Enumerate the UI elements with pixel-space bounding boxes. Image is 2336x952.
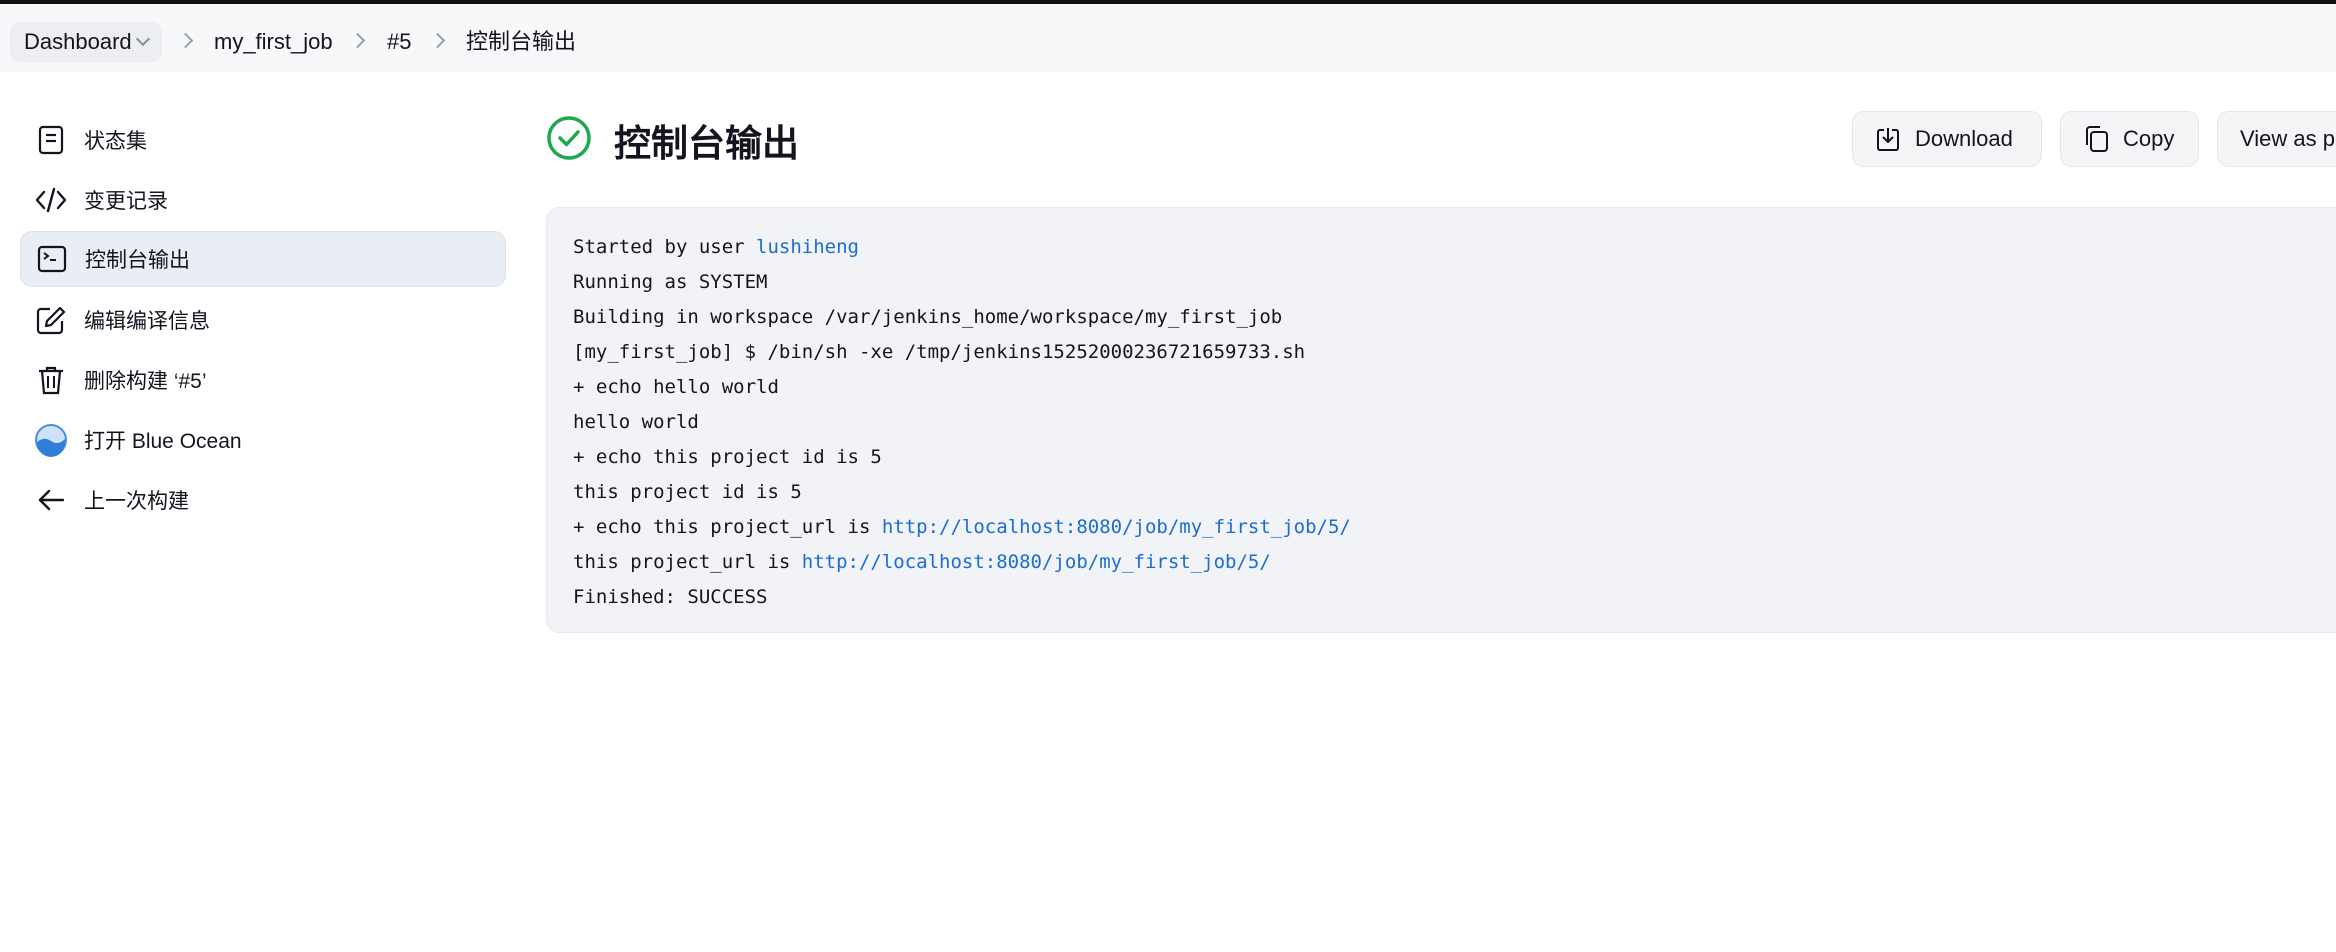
- code-icon: [34, 183, 68, 217]
- copy-icon: [2083, 126, 2109, 152]
- download-button[interactable]: Download: [1852, 111, 2042, 167]
- trash-icon: [34, 363, 68, 397]
- sidebar-item-label: 编辑编译信息: [84, 310, 210, 333]
- breadcrumb-job[interactable]: my_first_job: [214, 22, 333, 62]
- sidebar-item-label: 删除构建 ‘#5’: [84, 370, 207, 393]
- sidebar-item-blue-ocean[interactable]: 打开 Blue Ocean: [20, 412, 506, 468]
- console-line: hello world: [573, 405, 1351, 440]
- page-header: 控制台输出: [546, 114, 799, 166]
- console-line-text: hello world: [573, 411, 699, 433]
- document-icon: [34, 123, 68, 157]
- success-check-icon: [546, 115, 592, 166]
- sidebar-item-label: 打开 Blue Ocean: [84, 430, 242, 453]
- chevron-down-icon[interactable]: [135, 31, 150, 47]
- sidebar-item-delete-build[interactable]: 删除构建 ‘#5’: [20, 352, 506, 408]
- console-line-text: Started by user: [573, 236, 757, 258]
- console-line-text: + echo hello world: [573, 376, 779, 398]
- console-line: this project id is 5: [573, 475, 1351, 510]
- breadcrumb-separator-icon: [349, 32, 366, 49]
- console-link[interactable]: http://localhost:8080/job/my_first_job/5…: [882, 516, 1351, 538]
- console-line-text: Running as SYSTEM: [573, 271, 768, 293]
- arrow-left-icon: [34, 483, 68, 517]
- breadcrumb-build[interactable]: #5: [387, 22, 411, 62]
- view-plain-text-button[interactable]: View as p: [2217, 111, 2336, 167]
- terminal-icon: [35, 242, 69, 276]
- sidebar-item-label: 控制台输出: [85, 249, 190, 272]
- console-line: Running as SYSTEM: [573, 265, 1351, 300]
- page-title: 控制台输出: [614, 123, 799, 164]
- breadcrumb-separator-icon: [429, 32, 446, 49]
- sidebar-item-edit-build-info[interactable]: 编辑编译信息: [20, 292, 506, 348]
- breadcrumb-dashboard[interactable]: Dashboard: [10, 22, 162, 62]
- console-line: + echo this project_url is http://localh…: [573, 510, 1351, 545]
- console-line-text: Finished: SUCCESS: [573, 586, 768, 608]
- download-icon: [1875, 126, 1901, 152]
- console-line-text: [my_first_job] $ /bin/sh -xe /tmp/jenkin…: [573, 341, 1306, 363]
- copy-button-label: Copy: [2123, 126, 2175, 151]
- breadcrumb: Dashboard my_first_job #5 控制台输出: [0, 4, 2336, 72]
- breadcrumb-dashboard-label: Dashboard: [24, 29, 132, 54]
- copy-button[interactable]: Copy: [2060, 111, 2199, 167]
- console-line-text: + echo this project id is 5: [573, 446, 882, 468]
- console-line-text: Building in workspace /var/jenkins_home/…: [573, 306, 1283, 328]
- breadcrumb-current: 控制台输出: [466, 29, 577, 54]
- sidebar-item-console-output[interactable]: 控制台输出: [20, 231, 506, 287]
- blue-ocean-icon: [34, 423, 68, 457]
- sidebar-item-label: 上一次构建: [84, 490, 189, 513]
- sidebar-item-previous-build[interactable]: 上一次构建: [20, 472, 506, 528]
- sidebar-item-status[interactable]: 状态集: [20, 112, 506, 168]
- console-line: [my_first_job] $ /bin/sh -xe /tmp/jenkin…: [573, 335, 1351, 370]
- console-line-text: this project_url is: [573, 551, 802, 573]
- console-line: this project_url is http://localhost:808…: [573, 545, 1351, 580]
- breadcrumb-separator-icon: [177, 32, 194, 49]
- console-line-text: this project id is 5: [573, 481, 802, 503]
- console-lines: Started by user lushiheng Running as SYST…: [573, 230, 1351, 615]
- edit-icon: [34, 303, 68, 337]
- console-line: + echo this project id is 5: [573, 440, 1351, 475]
- console-line: Finished: SUCCESS: [573, 580, 1351, 615]
- sidebar-item-changes[interactable]: 变更记录: [20, 172, 506, 228]
- download-button-label: Download: [1915, 126, 2013, 151]
- sidebar-item-label: 变更记录: [84, 190, 168, 213]
- console-line: + echo hello world: [573, 370, 1351, 405]
- console-line-text: + echo this project_url is: [573, 516, 882, 538]
- console-line: Started by user lushiheng: [573, 230, 1351, 265]
- view-plain-text-button-label: View as p: [2240, 126, 2335, 151]
- console-output: Started by user lushiheng Running as SYST…: [546, 207, 2336, 633]
- console-line: Building in workspace /var/jenkins_home/…: [573, 300, 1351, 335]
- console-link[interactable]: lushiheng: [756, 236, 859, 258]
- sidebar-item-label: 状态集: [84, 130, 147, 153]
- console-link[interactable]: http://localhost:8080/job/my_first_job/5…: [802, 551, 1271, 573]
